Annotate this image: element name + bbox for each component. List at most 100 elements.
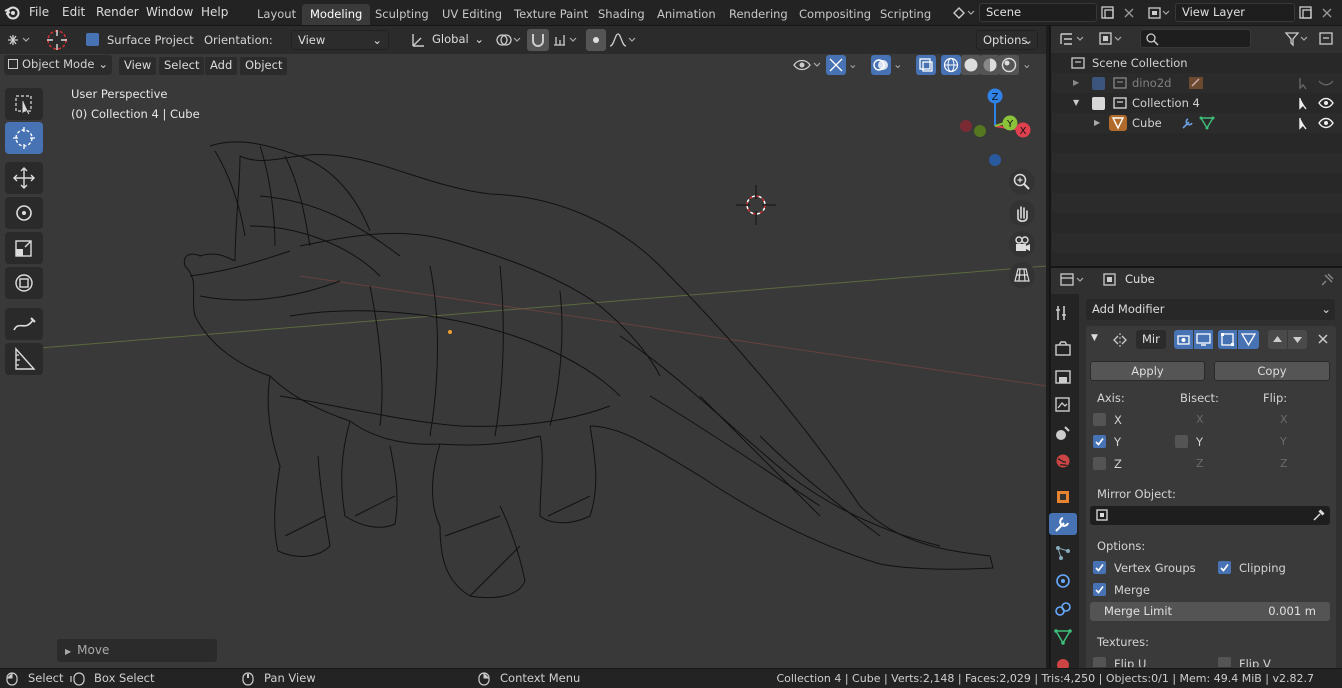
hide-eye-icon[interactable] <box>1318 96 1334 110</box>
view-layer-tab-icon[interactable] <box>1052 394 1074 416</box>
tab-sculpting[interactable]: Sculpting <box>367 4 437 25</box>
flip-x-checkbox[interactable] <box>1259 413 1272 426</box>
bisect-z-checkbox[interactable] <box>1175 457 1188 470</box>
world-tab-icon[interactable] <box>1052 450 1074 472</box>
outliner-row-cube[interactable]: ▶ Cube <box>1052 113 1342 133</box>
tab-modeling[interactable]: Modeling <box>302 4 371 25</box>
filter-icon[interactable] <box>1283 30 1313 48</box>
collapse-arrow-icon[interactable]: ▼ <box>1091 333 1098 343</box>
select-box-tool[interactable] <box>5 88 43 120</box>
vertex-groups-checkbox[interactable] <box>1093 561 1106 574</box>
annotate-tool[interactable] <box>5 308 43 340</box>
visibility-selectability-icon[interactable] <box>792 56 822 74</box>
axis-x-checkbox[interactable] <box>1093 413 1106 426</box>
tab-rendering[interactable]: Rendering <box>721 4 796 25</box>
chevron-down-icon[interactable]: ⌄ <box>848 57 860 73</box>
rotate-tool[interactable] <box>5 197 43 229</box>
navigation-gizmo[interactable]: Z Y X <box>955 84 1035 168</box>
axis-y-checkbox[interactable] <box>1093 435 1106 448</box>
merge-limit-field[interactable]: Merge Limit 0.001 m <box>1090 602 1330 621</box>
menu-window[interactable]: Window <box>146 5 193 19</box>
view-menu[interactable]: View <box>119 57 157 75</box>
menu-file[interactable]: File <box>29 5 49 19</box>
camera-view-icon[interactable] <box>1009 231 1035 257</box>
display-mode-icon[interactable] <box>1097 30 1127 48</box>
cursor-tool-icon[interactable] <box>44 28 70 52</box>
menu-render[interactable]: Render <box>96 5 139 19</box>
outliner-row-collection-4[interactable]: ▼ Collection 4 <box>1052 93 1342 113</box>
remove-modifier-icon[interactable] <box>1315 331 1331 347</box>
pan-hand-icon[interactable] <box>1009 200 1035 226</box>
flip-v-checkbox[interactable] <box>1218 657 1231 667</box>
mesh-data-icon[interactable] <box>1199 116 1215 130</box>
select-menu[interactable]: Select <box>159 57 205 75</box>
bisect-y-checkbox[interactable] <box>1175 435 1188 448</box>
options-dropdown[interactable]: Options ⌄ <box>976 30 1038 50</box>
scene-name-field[interactable]: Scene <box>979 3 1097 22</box>
bisect-x-checkbox[interactable] <box>1175 413 1188 426</box>
rendered-shading-icon[interactable] <box>999 55 1019 75</box>
data-tab-icon[interactable] <box>1052 626 1074 648</box>
last-operator-panel[interactable]: ▶ Move <box>57 639 217 662</box>
tab-layout[interactable]: Layout <box>249 4 304 25</box>
measure-tool[interactable] <box>5 343 43 375</box>
falloff-icon[interactable] <box>608 31 638 49</box>
particles-tab-icon[interactable] <box>1052 542 1074 564</box>
outliner-row-dino2d[interactable]: ▶ dino2d <box>1052 73 1342 93</box>
output-tab-icon[interactable] <box>1052 366 1074 388</box>
view-layer-icon[interactable] <box>1146 4 1172 22</box>
eyedropper-icon[interactable] <box>1312 508 1326 522</box>
mode-dropdown[interactable]: Object Mode ⌄ <box>4 55 112 75</box>
tool-tab-icon[interactable] <box>1052 302 1074 324</box>
zoom-icon[interactable] <box>1009 169 1035 195</box>
merge-checkbox[interactable] <box>1093 583 1106 596</box>
axis-z-checkbox[interactable] <box>1093 457 1106 470</box>
solid-shading-icon[interactable] <box>961 55 981 75</box>
modifier-tab-icon[interactable] <box>1049 513 1077 535</box>
flip-u-option[interactable]: Flip U <box>1093 657 1163 667</box>
material-preview-icon[interactable] <box>980 55 1000 75</box>
move-tool[interactable] <box>5 162 43 194</box>
flip-z-checkbox[interactable] <box>1259 457 1272 470</box>
flip-v-option[interactable]: Flip V <box>1218 657 1288 667</box>
clipping-checkbox[interactable] <box>1218 561 1231 574</box>
view-layer-field[interactable]: View Layer <box>1175 3 1295 22</box>
object-menu[interactable]: Object <box>240 57 288 75</box>
tab-scripting[interactable]: Scripting <box>872 4 939 25</box>
tab-texture-paint[interactable]: Texture Paint <box>506 4 596 25</box>
modifier-wrench-icon[interactable] <box>1180 116 1196 130</box>
menu-edit[interactable]: Edit <box>62 5 85 19</box>
move-up-icon[interactable] <box>1268 330 1287 349</box>
pivot-point-icon[interactable] <box>493 31 523 49</box>
new-collection-icon[interactable] <box>1317 30 1337 48</box>
viewport-canvas[interactable] <box>0 76 1046 668</box>
proportional-edit-icon[interactable] <box>586 29 606 51</box>
tab-animation[interactable]: Animation <box>649 4 724 25</box>
chevron-down-icon[interactable]: ⌄ <box>893 57 905 73</box>
apply-button[interactable]: Apply <box>1090 361 1205 381</box>
overlays-toggle-icon[interactable] <box>871 55 891 75</box>
outliner-editor-type-icon[interactable] <box>1058 30 1088 48</box>
exclude-checkbox[interactable] <box>1092 77 1105 90</box>
physics-tab-icon[interactable] <box>1052 570 1074 592</box>
outliner-row-scene-collection[interactable]: Scene Collection <box>1052 53 1342 73</box>
scene-selector-icon[interactable] <box>951 4 977 22</box>
blender-logo-icon[interactable] <box>4 4 20 20</box>
expand-arrow-icon[interactable]: ▶ <box>1073 73 1079 93</box>
flip-u-checkbox[interactable] <box>1093 657 1106 667</box>
hide-eye-icon[interactable] <box>1318 116 1334 130</box>
new-scene-icon[interactable] <box>1099 4 1117 22</box>
tab-uv-editing[interactable]: UV Editing <box>434 4 510 25</box>
mirror-object-field[interactable] <box>1090 506 1330 525</box>
transform-orientation-dropdown[interactable]: Global ⌄ <box>428 30 486 50</box>
gizmo-toggle-icon[interactable] <box>826 55 846 75</box>
snap-toggle-icon[interactable] <box>527 29 549 51</box>
transform-orientation-icon[interactable] <box>410 31 426 49</box>
tab-shading[interactable]: Shading <box>590 4 653 25</box>
xray-toggle-icon[interactable] <box>916 55 936 75</box>
expand-arrow-icon[interactable]: ▶ <box>1094 113 1100 133</box>
new-view-layer-icon[interactable] <box>1297 4 1315 22</box>
orientation-dropdown[interactable]: View ⌄ <box>291 30 389 50</box>
properties-editor-type-icon[interactable] <box>1058 271 1088 289</box>
add-modifier-dropdown[interactable]: Add Modifier ⌄ <box>1086 299 1335 320</box>
